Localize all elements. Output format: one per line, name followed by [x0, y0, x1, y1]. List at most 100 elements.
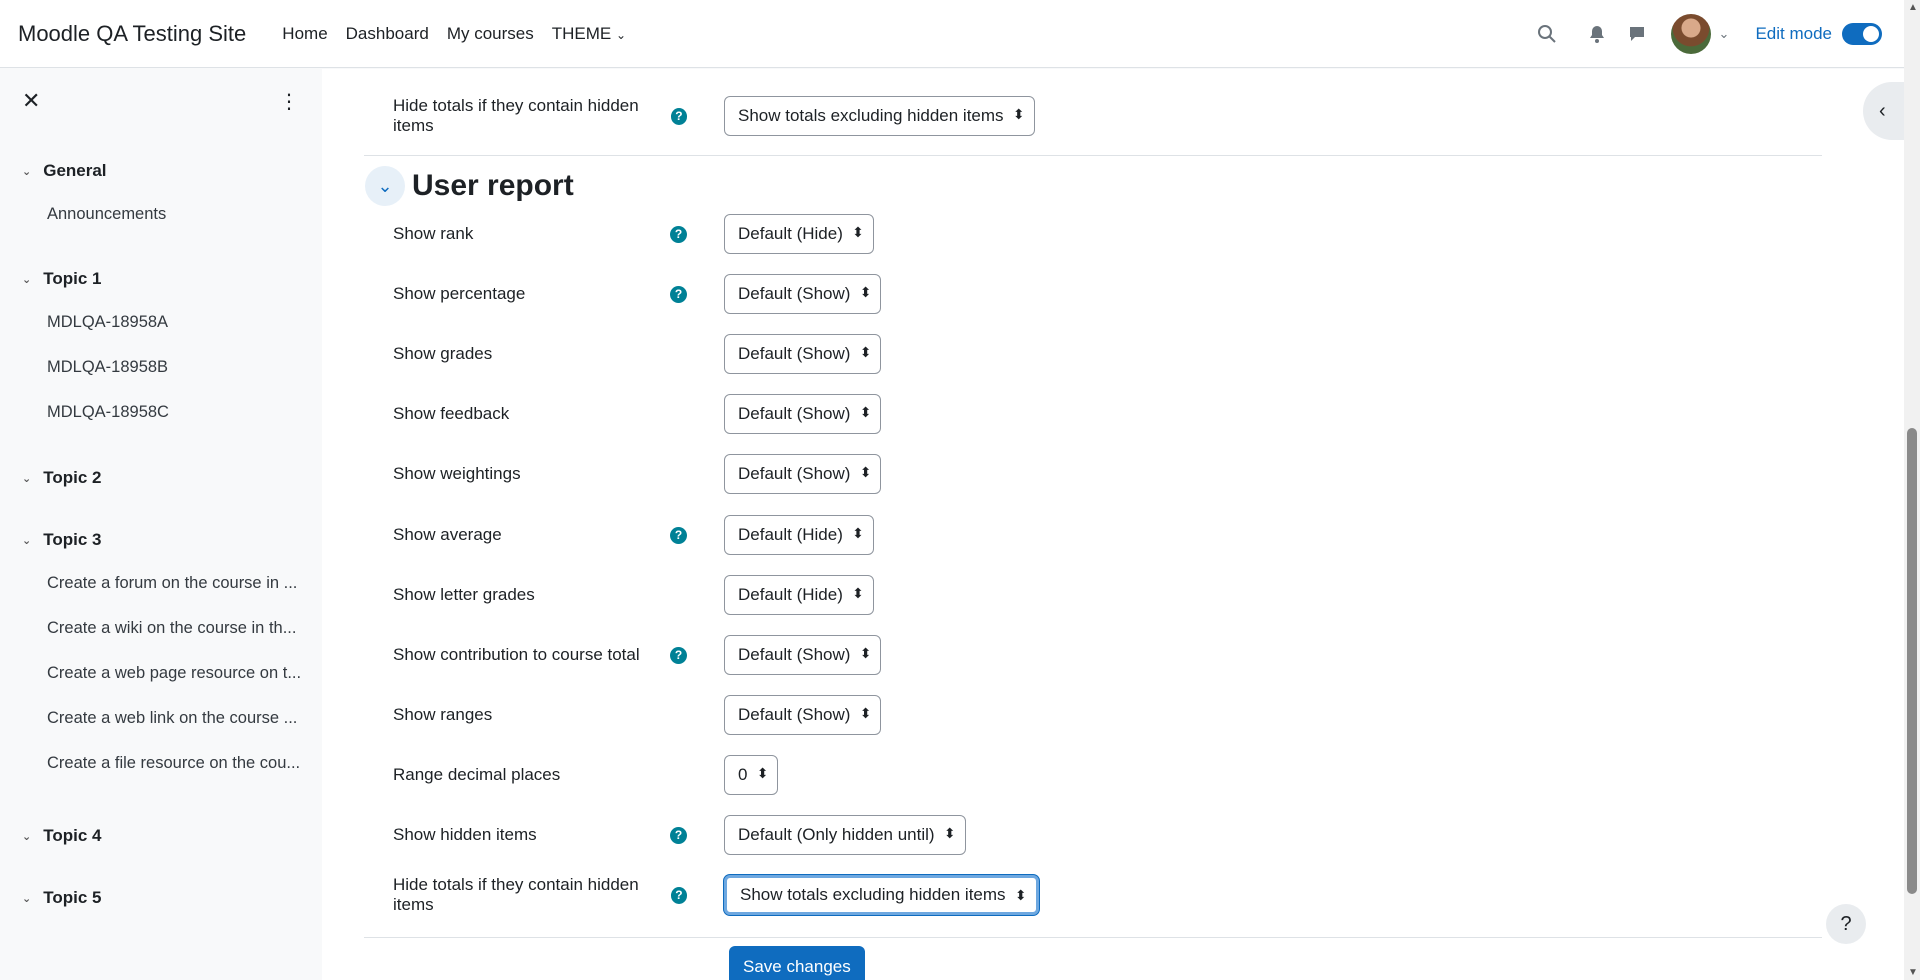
chevron-down-icon[interactable]: ⌄	[22, 472, 31, 485]
course-activity-link[interactable]: Announcements	[0, 205, 305, 224]
close-icon[interactable]: ✕	[22, 88, 40, 114]
setting-label-text: Show letter grades	[393, 585, 535, 604]
help-icon[interactable]: ?	[670, 107, 687, 125]
setting-select[interactable]: Show totals excluding hidden items	[724, 96, 1035, 136]
setting-row: Show contribution to course total? Defaul…	[393, 635, 882, 675]
setting-select[interactable]: Default (Hide)	[724, 214, 874, 254]
divider	[364, 937, 1822, 938]
setting-row: Show percentage? Default (Show)	[393, 274, 882, 314]
nav-my-courses[interactable]: My courses	[447, 24, 534, 44]
course-section-title[interactable]: ⌄ Topic 4	[0, 824, 101, 848]
course-activity-link[interactable]: Create a wiki on the course in th...	[0, 619, 305, 638]
course-activity-link[interactable]: Create a web page resource on t...	[0, 664, 305, 683]
avatar[interactable]	[1670, 14, 1711, 54]
chevron-down-icon[interactable]: ⌄	[1719, 26, 1730, 42]
setting-label: Show average?	[393, 525, 693, 545]
help-icon[interactable]: ?	[670, 886, 687, 904]
setting-label-text: Hide totals if they contain hidden items	[393, 96, 639, 135]
setting-label: Show contribution to course total?	[393, 645, 693, 665]
setting-label-text: Show rank	[393, 224, 474, 243]
bell-icon[interactable]	[1577, 14, 1617, 54]
course-section-title[interactable]: ⌄ Topic 1	[0, 267, 101, 291]
nav-theme-label: THEME	[551, 23, 612, 43]
help-icon[interactable]: ?	[670, 826, 687, 844]
scroll-thumb[interactable]	[1907, 428, 1917, 894]
nav-home[interactable]: Home	[282, 24, 327, 44]
course-activity-link[interactable]: MDLQA-18958C	[0, 403, 305, 422]
course-activity-link[interactable]: MDLQA-18958B	[0, 358, 305, 377]
help-float-button[interactable]: ?	[1826, 904, 1866, 944]
top-navbar: Moodle QA Testing Site Home Dashboard My…	[0, 0, 1904, 68]
setting-select[interactable]: Default (Show)	[724, 695, 882, 735]
scroll-up-icon[interactable]: ▲	[1908, 2, 1918, 13]
kebab-menu-icon[interactable]: ⋮	[279, 89, 299, 114]
course-activity-link[interactable]: Create a forum on the course in ...	[0, 574, 305, 593]
chevron-down-icon[interactable]: ⌄	[22, 165, 31, 178]
setting-select[interactable]: Default (Show)	[724, 274, 882, 314]
save-changes-button[interactable]: Save changes	[729, 946, 865, 980]
search-icon[interactable]	[1527, 14, 1567, 54]
course-section: ⌄ General Announcements	[0, 159, 166, 223]
chat-icon[interactable]	[1617, 14, 1657, 54]
chevron-down-icon[interactable]: ⌄	[22, 892, 31, 905]
course-section-title[interactable]: ⌄ General	[0, 159, 107, 183]
edit-mode-toggle[interactable]	[1842, 23, 1882, 45]
scroll-down-icon[interactable]: ▼	[1908, 967, 1918, 978]
setting-label-text: Show ranges	[393, 705, 493, 724]
primary-navigation: Home Dashboard My courses THEME ⌄	[282, 24, 626, 44]
course-section-title[interactable]: ⌄ Topic 3	[0, 528, 101, 552]
setting-label-text: Show hidden items	[393, 825, 537, 844]
course-section: ⌄ Topic 3 Create a forum on the course in …	[0, 528, 301, 772]
edit-mode-label: Edit mode	[1755, 24, 1832, 43]
course-section-title-text: Topic 4	[43, 826, 102, 845]
nav-dashboard[interactable]: Dashboard	[346, 24, 429, 44]
setting-select[interactable]: 0	[724, 755, 779, 795]
help-icon[interactable]: ?	[670, 646, 687, 664]
course-section: ⌄ Topic 5	[0, 886, 101, 910]
setting-label: Hide totals if they contain hidden items…	[393, 875, 693, 915]
nav-theme[interactable]: THEME ⌄	[552, 24, 626, 44]
chevron-down-icon[interactable]: ⌄	[365, 166, 405, 206]
setting-select[interactable]: Default (Show)	[724, 394, 882, 434]
course-section-title-text: General	[43, 161, 107, 180]
setting-label: Show letter grades	[393, 585, 693, 605]
setting-select[interactable]: Show totals excluding hidden items	[724, 875, 1039, 915]
setting-row: Show grades Default (Show)	[393, 334, 882, 374]
help-icon[interactable]: ?	[670, 225, 687, 243]
course-activity-link[interactable]: Create a file resource on the cou...	[0, 754, 305, 773]
section-title: User report	[412, 169, 574, 202]
course-section-title[interactable]: ⌄ Topic 5	[0, 886, 101, 910]
setting-label: Range decimal places	[393, 765, 693, 785]
page-scrollbar[interactable]: ▲ ▼	[1904, 0, 1920, 980]
setting-select[interactable]: Default (Only hidden until)	[724, 815, 966, 855]
setting-label-text: Show average	[393, 525, 502, 544]
chevron-down-icon: ⌄	[615, 27, 627, 42]
setting-label-text: Show percentage	[393, 284, 526, 303]
setting-select[interactable]: Default (Hide)	[724, 515, 874, 555]
setting-row: Show letter grades Default (Hide)	[393, 575, 874, 615]
help-icon[interactable]: ?	[670, 526, 687, 544]
setting-label-text: Range decimal places	[393, 765, 561, 784]
chevron-down-icon[interactable]: ⌄	[22, 830, 31, 843]
course-section-title-text: Topic 1	[43, 269, 102, 288]
setting-row: Range decimal places 0	[393, 755, 779, 795]
setting-label-text: Show weightings	[393, 464, 521, 483]
site-brand[interactable]: Moodle QA Testing Site	[18, 21, 246, 47]
course-activity-link[interactable]: Create a web link on the course ...	[0, 709, 305, 728]
setting-select[interactable]: Default (Show)	[724, 454, 882, 494]
setting-select[interactable]: Default (Hide)	[724, 575, 874, 615]
setting-row: Show average? Default (Hide)	[393, 515, 874, 555]
help-icon[interactable]: ?	[670, 285, 687, 303]
setting-select[interactable]: Default (Show)	[724, 334, 882, 374]
course-section-title-text: Topic 2	[43, 468, 102, 487]
setting-label: Show weightings	[393, 464, 693, 484]
chevron-down-icon[interactable]: ⌄	[22, 534, 31, 547]
course-section-title[interactable]: ⌄ Topic 2	[0, 466, 101, 490]
setting-select[interactable]: Default (Show)	[724, 635, 882, 675]
setting-row: Show hidden items? Default (Only hidden u…	[393, 815, 966, 855]
chevron-down-icon[interactable]: ⌄	[22, 273, 31, 286]
drawer-header: ✕ ⋮	[0, 69, 321, 133]
course-activity-link[interactable]: MDLQA-18958A	[0, 313, 305, 332]
course-index-drawer: ✕ ⋮ ⌄ General Announcements ⌄ Topic 1 MDLQA-1…	[0, 69, 321, 980]
setting-label: Show grades	[393, 344, 693, 364]
